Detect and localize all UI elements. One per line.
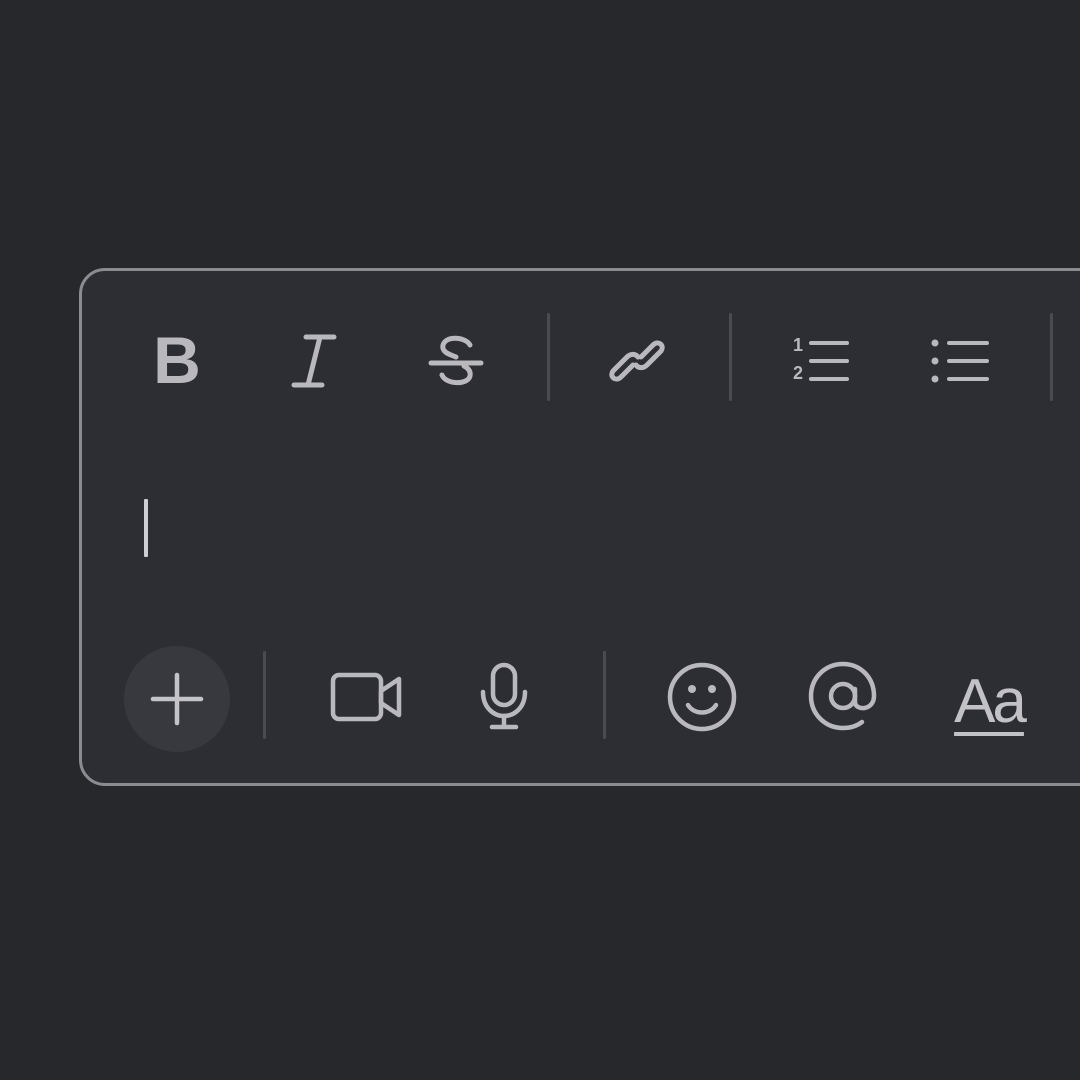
toolbar-separator	[603, 651, 606, 739]
toolbar-separator	[729, 313, 732, 401]
video-button[interactable]	[324, 657, 410, 737]
italic-icon	[284, 331, 344, 391]
add-attachment-button[interactable]	[124, 646, 230, 752]
svg-text:2: 2	[793, 363, 803, 383]
at-sign-icon	[806, 659, 882, 735]
message-input[interactable]	[132, 476, 1032, 596]
text-format-icon: Aa	[954, 667, 1027, 736]
emoji-button[interactable]	[662, 657, 742, 737]
text-caret	[144, 499, 148, 557]
video-camera-icon	[329, 667, 405, 727]
numbered-list-button[interactable]: 1 2	[779, 321, 859, 401]
message-composer: B 1 2 Aa	[79, 268, 1080, 786]
numbered-list-icon: 1 2	[787, 331, 851, 391]
svg-text:B: B	[153, 331, 201, 391]
bold-button[interactable]: B	[137, 321, 217, 401]
bulleted-list-icon	[927, 331, 991, 391]
audio-button[interactable]	[464, 657, 544, 737]
text-formatting-button[interactable]: Aa	[937, 657, 1041, 747]
link-icon	[605, 329, 669, 393]
link-button[interactable]	[595, 321, 679, 401]
toolbar-separator	[1050, 313, 1053, 401]
app-background: B 1 2 Aa	[0, 0, 1080, 1080]
strikethrough-button[interactable]	[416, 321, 496, 401]
bold-icon: B	[147, 331, 207, 391]
bulleted-list-button[interactable]	[919, 321, 999, 401]
strikethrough-icon	[426, 331, 486, 391]
mention-button[interactable]	[804, 657, 884, 737]
smiley-icon	[666, 661, 738, 733]
toolbar-separator	[263, 651, 266, 739]
italic-button[interactable]	[274, 321, 354, 401]
microphone-icon	[474, 662, 534, 732]
formatting-toolbar: B 1 2	[82, 271, 1080, 461]
toolbar-separator	[547, 313, 550, 401]
plus-icon	[147, 669, 207, 734]
svg-text:1: 1	[793, 335, 803, 355]
